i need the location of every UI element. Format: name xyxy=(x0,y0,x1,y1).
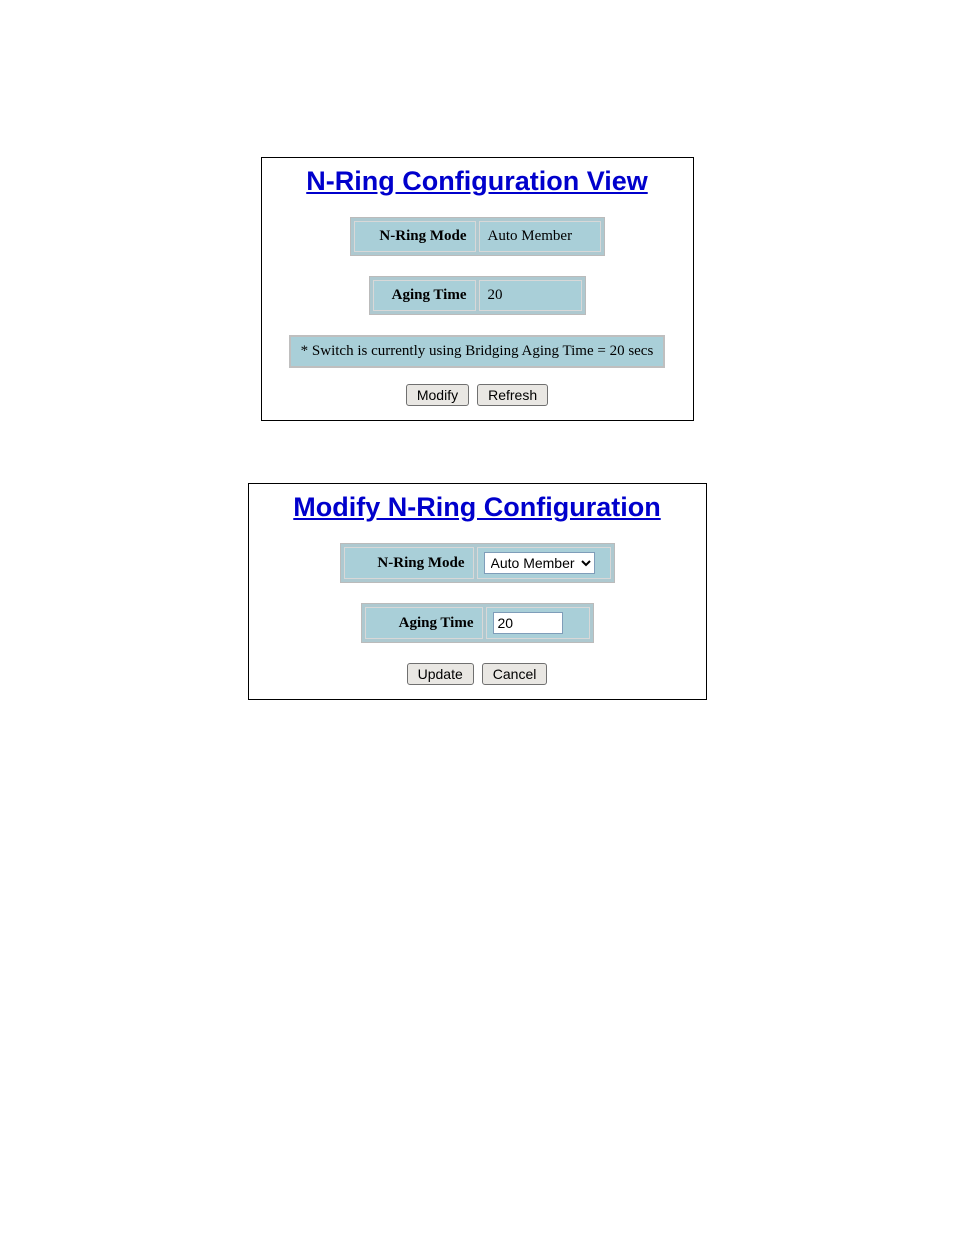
modify-mode-label: N-Ring Mode xyxy=(344,547,474,579)
cancel-button[interactable]: Cancel xyxy=(482,663,548,685)
view-title: N-Ring Configuration View xyxy=(262,166,693,197)
view-button-row: Modify Refresh xyxy=(262,384,693,406)
aging-label: Aging Time xyxy=(373,280,476,311)
modify-aging-row: Aging Time xyxy=(361,603,594,643)
modify-aging-label: Aging Time xyxy=(365,607,483,639)
mode-row: N-Ring Mode Auto Member xyxy=(350,217,605,256)
modify-button[interactable]: Modify xyxy=(406,384,469,406)
mode-select-wrap: Auto Member xyxy=(484,552,595,574)
mode-label: N-Ring Mode xyxy=(354,221,476,252)
refresh-button[interactable]: Refresh xyxy=(477,384,548,406)
nring-view-panel: N-Ring Configuration View N-Ring Mode Au… xyxy=(261,157,694,421)
update-button[interactable]: Update xyxy=(407,663,474,685)
modify-title: Modify N-Ring Configuration xyxy=(249,492,706,523)
mode-value: Auto Member xyxy=(479,221,601,252)
modify-button-row: Update Cancel xyxy=(249,663,706,685)
modify-mode-row: N-Ring Mode Auto Member xyxy=(340,543,615,583)
mode-select[interactable]: Auto Member xyxy=(485,553,594,573)
aging-input[interactable] xyxy=(493,612,563,634)
status-message: * Switch is currently using Bridging Agi… xyxy=(289,335,666,368)
nring-modify-panel: Modify N-Ring Configuration N-Ring Mode … xyxy=(248,483,707,700)
aging-value: 20 xyxy=(479,280,582,311)
aging-row: Aging Time 20 xyxy=(369,276,586,315)
